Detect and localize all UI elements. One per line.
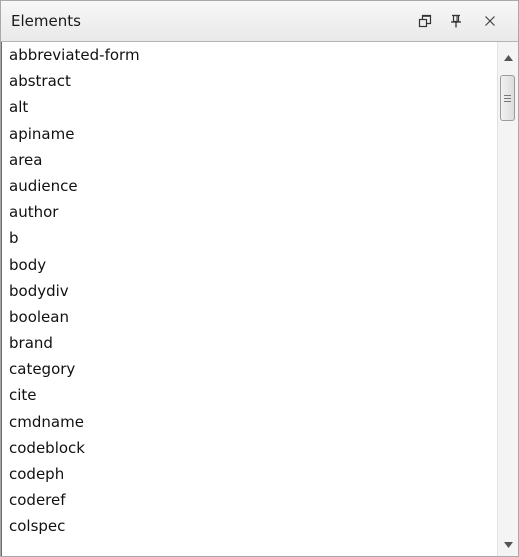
list-item[interactable]: codeblock — [2, 435, 497, 461]
restore-button[interactable] — [414, 10, 436, 32]
vertical-scrollbar[interactable] — [497, 42, 518, 556]
list-item[interactable]: alt — [2, 94, 497, 120]
close-icon — [485, 16, 495, 26]
panel-title: Elements — [11, 12, 81, 30]
list-item[interactable]: category — [2, 356, 497, 382]
list-item[interactable]: area — [2, 147, 497, 173]
scroll-up-arrow-icon — [503, 55, 513, 61]
list-item[interactable]: codeph — [2, 461, 497, 487]
elements-list: abbreviated-form abstract alt apiname ar… — [1, 42, 497, 556]
pin-button[interactable] — [445, 10, 467, 32]
list-item[interactable]: b — [2, 225, 497, 251]
scroll-up-button[interactable] — [498, 49, 518, 67]
list-item[interactable]: brand — [2, 330, 497, 356]
list-item[interactable]: cmdname — [2, 409, 497, 435]
list-item[interactable]: colspec — [2, 513, 497, 539]
list-item[interactable]: audience — [2, 173, 497, 199]
panel-titlebar: Elements — [1, 1, 518, 42]
elements-panel: Elements abbreviated-form abstract alt a… — [0, 0, 519, 557]
list-item[interactable]: abbreviated-form — [2, 42, 497, 68]
list-item[interactable]: boolean — [2, 304, 497, 330]
pin-icon — [451, 14, 461, 28]
restore-window-icon — [418, 14, 432, 28]
list-item[interactable]: body — [2, 252, 497, 278]
list-item[interactable]: author — [2, 199, 497, 225]
close-button[interactable] — [479, 10, 501, 32]
scroll-thumb[interactable] — [500, 75, 515, 121]
list-item[interactable]: cite — [2, 382, 497, 408]
list-item[interactable]: coderef — [2, 487, 497, 513]
list-item[interactable]: bodydiv — [2, 278, 497, 304]
scroll-down-button[interactable] — [498, 536, 518, 554]
grip-icon — [504, 94, 511, 102]
list-item[interactable]: abstract — [2, 68, 497, 94]
list-item[interactable]: apiname — [2, 121, 497, 147]
scroll-down-arrow-icon — [503, 542, 513, 548]
